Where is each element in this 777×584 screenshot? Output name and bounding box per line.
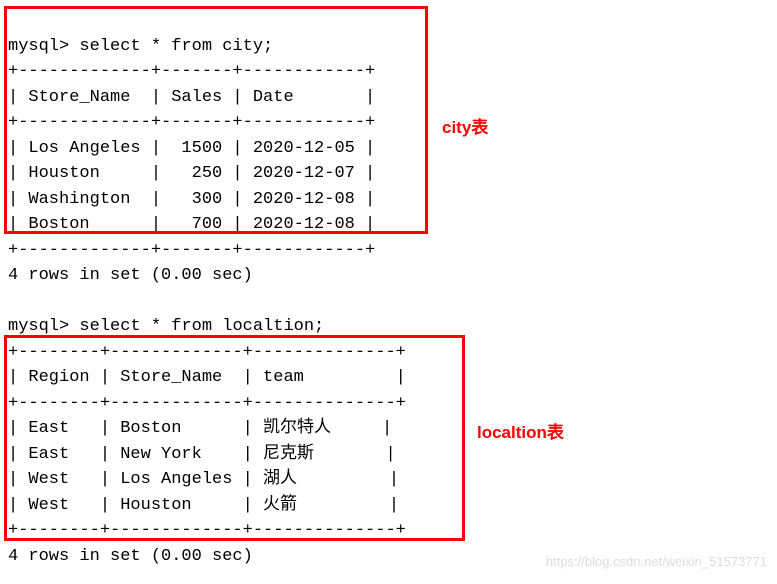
- sql-statement-1: select * from city;: [79, 37, 273, 56]
- mysql-prompt-2: mysql>: [8, 317, 79, 336]
- table1-border-bot: +-------------+-------+------------+: [8, 241, 375, 260]
- table2-row: | East | New York | 尼克斯 |: [8, 445, 396, 464]
- table2-row: | West | Houston | 火箭 |: [8, 496, 399, 515]
- table2-border-top: +--------+-------------+--------------+: [8, 343, 406, 362]
- mysql-prompt-1: mysql>: [8, 37, 79, 56]
- table1-row: | Los Angeles | 1500 | 2020-12-05 |: [8, 139, 375, 158]
- watermark: https://blog.csdn.net/weixin_51573771: [546, 552, 767, 572]
- terminal-output: mysql> select * from city; +------------…: [8, 8, 769, 569]
- table2-row: | West | Los Angeles | 湖人 |: [8, 470, 399, 489]
- query1-footer: 4 rows in set (0.00 sec): [8, 266, 253, 285]
- table1-border-mid: +-------------+-------+------------+: [8, 113, 375, 132]
- table1-border-top: +-------------+-------+------------+: [8, 62, 375, 81]
- table2-header: | Region | Store_Name | team |: [8, 368, 406, 387]
- table1-row: | Boston | 700 | 2020-12-08 |: [8, 215, 375, 234]
- query2-footer: 4 rows in set (0.00 sec): [8, 547, 253, 566]
- table2-row: | East | Boston | 凯尔特人 |: [8, 419, 392, 438]
- sql-statement-2: select * from localtion;: [79, 317, 324, 336]
- table1-header: | Store_Name | Sales | Date |: [8, 88, 375, 107]
- table2-border-bot: +--------+-------------+--------------+: [8, 521, 406, 540]
- table1-row: | Washington | 300 | 2020-12-08 |: [8, 190, 375, 209]
- table1-row: | Houston | 250 | 2020-12-07 |: [8, 164, 375, 183]
- table2-border-mid: +--------+-------------+--------------+: [8, 394, 406, 413]
